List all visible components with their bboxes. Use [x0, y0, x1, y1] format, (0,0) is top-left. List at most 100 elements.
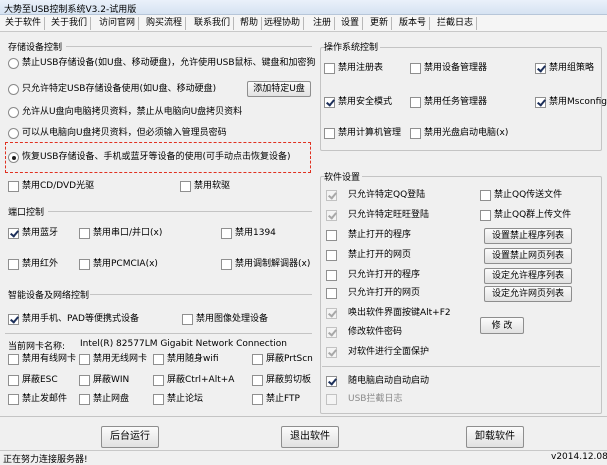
checkbox-box[interactable]: [410, 97, 421, 108]
checkbox-box[interactable]: [8, 375, 19, 386]
checkbox-box[interactable]: [535, 63, 546, 74]
checkbox-disable-registry[interactable]: 禁用注册表: [324, 63, 383, 74]
checkbox-disable-portable-wifi[interactable]: 禁用随身wifi: [153, 354, 219, 365]
checkbox-box[interactable]: [153, 354, 164, 365]
menu-version[interactable]: 版本号: [396, 17, 431, 30]
checkbox-box[interactable]: [410, 63, 421, 74]
checkbox-block-webpages[interactable]: 禁止打开的网页: [326, 250, 411, 261]
set-block-webpage-list-button[interactable]: 设置禁止网页列表: [484, 248, 572, 264]
checkbox-block-win[interactable]: 屏蔽WIN: [79, 375, 129, 386]
checkbox-disable-bluetooth[interactable]: 禁用蓝牙: [8, 228, 58, 239]
menu-about-us[interactable]: 关于我们: [48, 17, 92, 30]
run-in-background-button[interactable]: 后台运行: [101, 426, 159, 448]
checkbox-box[interactable]: [326, 270, 337, 281]
checkbox-box[interactable]: [180, 181, 191, 192]
checkbox-autostart[interactable]: 随电脑启动自动启动: [326, 376, 429, 387]
checkbox-usb-log[interactable]: USB拦截日志: [326, 394, 402, 405]
checkbox-block-qq-group[interactable]: 禁止QQ群上传文件: [480, 210, 571, 221]
checkbox-disable-taskmgr[interactable]: 禁用任务管理器: [410, 97, 487, 108]
radio-one-way-copy[interactable]: 允许从U盘向电脑拷贝资料，禁止从电脑向U盘拷贝资料: [8, 107, 242, 118]
checkbox-allow-programs[interactable]: 只允许打开的程序: [326, 270, 420, 281]
checkbox-disable-infrared[interactable]: 禁用红外: [8, 259, 58, 270]
checkbox-disable-pcmcia[interactable]: 禁用PCMCIA(x): [79, 259, 158, 270]
checkbox-box[interactable]: [326, 347, 337, 358]
checkbox-hotkey[interactable]: 唤出软件界面按键Alt+F2: [326, 308, 451, 319]
checkbox-block-netdisk[interactable]: 禁止网盘: [79, 394, 129, 405]
checkbox-disable-gpedit[interactable]: 禁用组策略: [535, 63, 594, 74]
checkbox-box[interactable]: [182, 314, 193, 325]
checkbox-qq-only[interactable]: 只允许特定QQ登陆: [326, 190, 425, 201]
checkbox-disable-cdboot[interactable]: 禁用光盘启动电脑(x): [410, 128, 508, 139]
checkbox-disable-serial[interactable]: 禁用串口/并口(x): [79, 228, 162, 239]
checkbox-box[interactable]: [79, 228, 90, 239]
menu-settings[interactable]: 设置: [338, 17, 364, 30]
menu-official-site[interactable]: 访问官网: [96, 17, 140, 30]
checkbox-disable-wireless-nic[interactable]: 禁用无线网卡: [79, 354, 147, 365]
checkbox-box[interactable]: [252, 375, 263, 386]
checkbox-box[interactable]: [326, 210, 337, 221]
checkbox-box[interactable]: [326, 250, 337, 261]
radio-copy-with-password[interactable]: 可以从电脑向U盘拷贝资料，但必须输入管理员密码: [8, 128, 227, 139]
checkbox-box[interactable]: [153, 394, 164, 405]
modify-password-button[interactable]: 修 改: [480, 317, 524, 334]
checkbox-disable-1394[interactable]: 禁用1394: [221, 228, 276, 239]
checkbox-box[interactable]: [480, 210, 491, 221]
checkbox-box[interactable]: [326, 376, 337, 387]
add-specific-usb-button[interactable]: 添加特定U盘: [247, 81, 311, 97]
checkbox-box[interactable]: [324, 63, 335, 74]
set-allow-program-list-button[interactable]: 设定允许程序列表: [484, 268, 572, 284]
radio-block-usb-storage[interactable]: 禁止USB存储设备(如U盘、移动硬盘)，允许使用USB鼠标、键盘和加密狗: [8, 58, 316, 69]
menu-update[interactable]: 更新: [367, 17, 393, 30]
checkbox-disable-floppy[interactable]: 禁用软驱: [180, 181, 230, 192]
checkbox-block-programs[interactable]: 禁止打开的程序: [326, 230, 411, 241]
checkbox-box[interactable]: [326, 327, 337, 338]
checkbox-box[interactable]: [326, 190, 337, 201]
menu-purchase[interactable]: 购买流程: [143, 17, 187, 30]
checkbox-disable-wired-nic[interactable]: 禁用有线网卡: [8, 354, 76, 365]
checkbox-block-qq-file[interactable]: 禁止QQ传送文件: [480, 190, 562, 201]
checkbox-box[interactable]: [79, 394, 90, 405]
checkbox-box[interactable]: [410, 128, 421, 139]
checkbox-change-password[interactable]: 修改软件密码: [326, 327, 402, 338]
checkbox-disable-safemode[interactable]: 禁用安全模式: [324, 97, 392, 108]
checkbox-disable-devmgr[interactable]: 禁用设备管理器: [410, 63, 487, 74]
radio-allow-specific-usb[interactable]: 只允许特定USB存储设备使用(如U盘、移动硬盘): [8, 84, 216, 95]
menu-remote-assist[interactable]: 远程协助: [261, 17, 305, 30]
set-block-program-list-button[interactable]: 设置禁止程序列表: [484, 228, 572, 244]
menu-contact[interactable]: 联系我们: [191, 17, 235, 30]
checkbox-block-ctrl-alt-a[interactable]: 屏蔽Ctrl+Alt+A: [153, 375, 234, 386]
uninstall-software-button[interactable]: 卸载软件: [466, 426, 524, 448]
checkbox-box[interactable]: [535, 97, 546, 108]
checkbox-block-email[interactable]: 禁止发邮件: [8, 394, 67, 405]
checkbox-box[interactable]: [221, 228, 232, 239]
checkbox-box[interactable]: [221, 259, 232, 270]
checkbox-box[interactable]: [326, 308, 337, 319]
checkbox-box[interactable]: [252, 354, 263, 365]
checkbox-block-clipboard[interactable]: 屏蔽剪切板: [252, 375, 311, 386]
checkbox-box[interactable]: [79, 354, 90, 365]
menu-help[interactable]: 帮助: [237, 17, 263, 30]
checkbox-block-esc[interactable]: 屏蔽ESC: [8, 375, 58, 386]
checkbox-box[interactable]: [8, 394, 19, 405]
checkbox-full-protection[interactable]: 对软件进行全面保护: [326, 347, 429, 358]
menu-register[interactable]: 注册: [310, 17, 336, 30]
radio-indicator[interactable]: [8, 107, 19, 118]
checkbox-box[interactable]: [324, 97, 335, 108]
checkbox-wangwang-only[interactable]: 只允许特定旺旺登陆: [326, 210, 429, 221]
checkbox-allow-webpages[interactable]: 只允许打开的网页: [326, 288, 420, 299]
checkbox-box[interactable]: [153, 375, 164, 386]
radio-restore-devices[interactable]: 恢复USB存储设备、手机或蓝牙等设备的使用(可手动点击恢复设备): [8, 152, 291, 163]
checkbox-box[interactable]: [8, 354, 19, 365]
checkbox-box[interactable]: [326, 288, 337, 299]
checkbox-disable-compmgmt[interactable]: 禁用计算机管理: [324, 128, 401, 139]
radio-indicator-selected[interactable]: [8, 152, 19, 163]
checkbox-box[interactable]: [252, 394, 263, 405]
checkbox-box[interactable]: [8, 228, 19, 239]
menu-intercept-log[interactable]: 拦截日志: [434, 17, 478, 30]
checkbox-box[interactable]: [8, 314, 19, 325]
checkbox-box[interactable]: [326, 394, 337, 405]
checkbox-disable-imaging[interactable]: 禁用图像处理设备: [182, 314, 268, 325]
menu-about-software[interactable]: 关于软件: [2, 17, 46, 30]
checkbox-box[interactable]: [79, 375, 90, 386]
checkbox-box[interactable]: [8, 181, 19, 192]
